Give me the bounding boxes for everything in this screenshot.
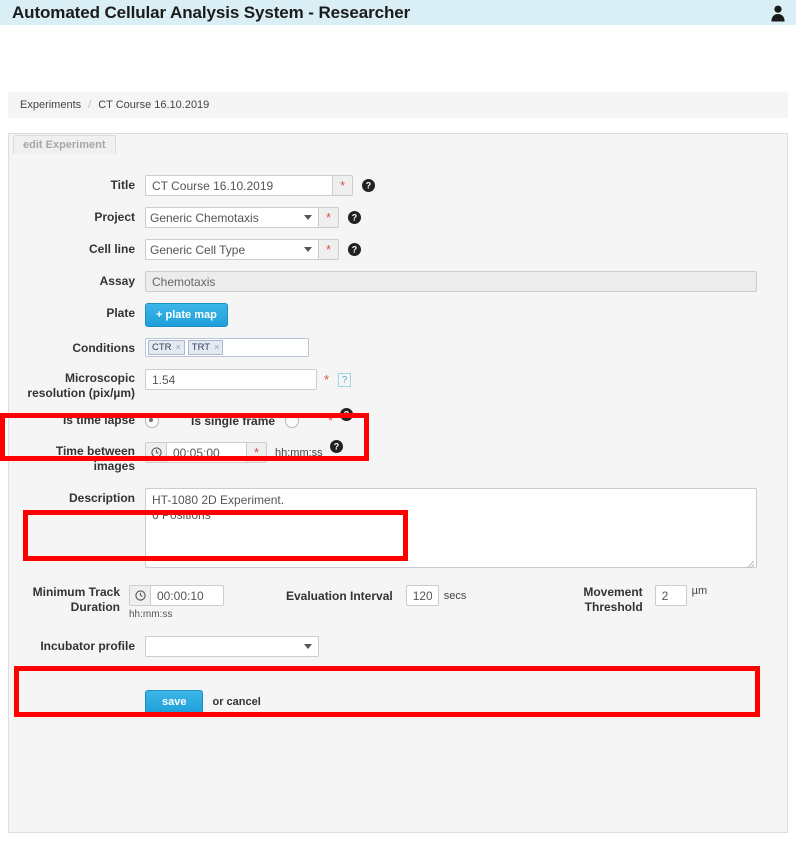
svg-text:?: ? — [344, 410, 350, 420]
remove-tag-icon[interactable]: × — [176, 342, 181, 353]
breadcrumb-separator: / — [88, 99, 92, 111]
svg-text:?: ? — [352, 213, 358, 223]
form-row-assay: Assay Chemotaxis — [9, 271, 787, 292]
help-circle-icon[interactable]: ? — [348, 243, 361, 256]
microscopic-resolution-label-line2: resolution (pix/µm) — [27, 386, 135, 400]
condition-tag[interactable]: CTR × — [148, 340, 185, 355]
breadcrumb: Experiments / CT Course 16.10.2019 — [8, 92, 788, 118]
tab-strip: edit Experiment — [9, 134, 787, 154]
experiment-form: Title * ? Project Generic Chemotaxis — [9, 153, 787, 714]
form-row-project: Project Generic Chemotaxis * ? — [9, 207, 787, 228]
description-label: Description — [68, 491, 135, 505]
incubator-profile-label: Incubator profile — [40, 639, 135, 653]
movement-threshold-label-line2: Threshold — [584, 600, 643, 614]
time-lapse-label: Is time lapse — [62, 413, 135, 427]
form-row-frame-mode: Is time lapse Is single frame * ? — [9, 408, 787, 430]
project-select[interactable]: Generic Chemotaxis — [145, 207, 319, 228]
time-between-images-label: Time between images — [9, 442, 145, 474]
app-header: Automated Cellular Analysis System - Res… — [0, 0, 796, 25]
frame-mode-required-marker: * — [328, 413, 334, 428]
time-between-images-input[interactable] — [167, 442, 247, 463]
movement-threshold-label-line1: Movement — [583, 585, 643, 599]
form-row-conditions: Conditions CTR × TRT × — [9, 338, 787, 358]
remove-tag-icon[interactable]: × — [214, 342, 219, 353]
time-between-images-label-line2: images — [93, 459, 135, 473]
form-row-plate: Plate + plate map — [9, 303, 787, 327]
microscopic-resolution-required-marker: * — [324, 372, 330, 387]
microscopic-resolution-label-line1: Microscopic — [64, 371, 135, 385]
assay-label: Assay — [99, 274, 135, 288]
svg-text:?: ? — [333, 442, 339, 452]
form-row-tracking-parameters: Minimum Track Duration 00:00:10 hh:mm:ss… — [9, 585, 787, 620]
title-input[interactable] — [145, 175, 333, 196]
title-required-marker: * — [333, 175, 353, 196]
or-text: or — [212, 696, 224, 708]
time-between-images-label-line1: Time between — [55, 444, 135, 458]
conditions-label: Conditions — [72, 341, 135, 355]
form-row-title: Title * ? — [9, 175, 787, 196]
form-row-description: Description HT-1080 2D Experiment. 6 Pos… — [9, 488, 787, 571]
movement-threshold-input[interactable] — [654, 585, 687, 606]
description-textarea[interactable]: HT-1080 2D Experiment. 6 Positions — [145, 488, 757, 568]
minimum-track-duration-format-hint: hh:mm:ss — [129, 609, 173, 620]
cell-line-select[interactable]: Generic Cell Type — [145, 239, 319, 260]
form-actions: save or cancel — [9, 690, 787, 714]
cancel-link[interactable]: cancel — [227, 696, 261, 708]
condition-tag-label: CTR — [152, 342, 172, 353]
help-circle-icon[interactable]: ? — [340, 408, 354, 421]
help-circle-icon[interactable]: ? — [362, 179, 375, 192]
help-circle-icon[interactable]: ? — [348, 211, 361, 224]
minimum-track-duration-label-line1: Minimum Track — [32, 585, 120, 599]
breadcrumb-link-experiments[interactable]: Experiments — [20, 99, 81, 111]
tab-edit-experiment[interactable]: edit Experiment — [13, 135, 116, 154]
movement-threshold-label: Movement Threshold — [583, 585, 642, 615]
form-row-incubator-profile: Incubator profile — [9, 636, 787, 657]
broken-image-help-icon[interactable]: ? — [338, 372, 352, 387]
cell-line-required-marker: * — [319, 239, 339, 260]
radio-is-time-lapse[interactable] — [145, 413, 159, 428]
user-avatar-icon[interactable] — [770, 4, 786, 22]
conditions-tag-input[interactable]: CTR × TRT × — [145, 338, 309, 357]
microscopic-resolution-label: Microscopic resolution (pix/µm) — [9, 369, 145, 401]
condition-tag-label: TRT — [191, 342, 211, 353]
movement-threshold-unit: µm — [691, 585, 708, 597]
incubator-profile-select[interactable] — [145, 636, 319, 657]
radio-is-single-frame[interactable] — [285, 413, 300, 428]
single-frame-label: Is single frame — [191, 413, 276, 428]
form-row-time-between-images: Time between images * hh:mm:ss — [9, 440, 787, 474]
form-row-cell-line: Cell line Generic Cell Type * ? — [9, 239, 787, 260]
edit-experiment-panel: edit Experiment Title * ? Project — [8, 133, 788, 833]
clock-icon[interactable] — [129, 585, 151, 606]
clock-icon[interactable] — [145, 442, 167, 463]
condition-tag[interactable]: TRT × — [187, 340, 224, 355]
assay-readonly-field: Chemotaxis — [145, 271, 757, 292]
project-required-marker: * — [319, 207, 339, 228]
time-between-images-format-hint: hh:mm:ss — [275, 446, 323, 459]
breadcrumb-current: CT Course 16.10.2019 — [98, 99, 210, 111]
cell-line-label: Cell line — [88, 242, 135, 256]
help-circle-icon[interactable]: ? — [329, 440, 343, 453]
project-label: Project — [94, 210, 135, 224]
cancel-area: or cancel — [212, 696, 260, 708]
page-title: Automated Cellular Analysis System - Res… — [12, 2, 411, 22]
evaluation-interval-unit: secs — [443, 589, 467, 602]
form-row-microscopic-resolution: Microscopic resolution (pix/µm) * ? — [9, 369, 787, 401]
svg-text:?: ? — [352, 245, 358, 255]
time-between-images-required-marker: * — [247, 442, 267, 463]
microscopic-resolution-input[interactable] — [145, 369, 317, 390]
evaluation-interval-input[interactable] — [405, 585, 439, 606]
minimum-track-duration-label: Minimum Track Duration — [9, 585, 129, 615]
plate-label: Plate — [106, 306, 135, 320]
save-button[interactable]: save — [145, 690, 204, 714]
minimum-track-duration-label-line2: Duration — [70, 600, 120, 614]
add-plate-map-button[interactable]: + plate map — [145, 303, 228, 327]
evaluation-interval-label: Evaluation Interval — [286, 588, 393, 603]
minimum-track-duration-input[interactable] — [151, 585, 224, 606]
title-label: Title — [110, 178, 135, 192]
svg-text:?: ? — [366, 181, 372, 191]
